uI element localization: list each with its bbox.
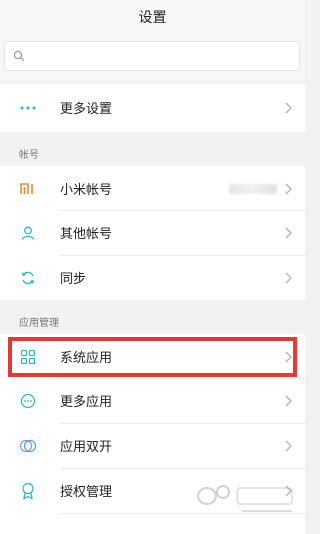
chevron-right-icon <box>285 440 292 451</box>
search-icon <box>13 50 25 62</box>
title-bar: 设置 <box>0 0 305 34</box>
row-label: 更多应用 <box>60 395 113 410</box>
mi-icon <box>18 179 38 199</box>
row-label: 小米帐号 <box>60 183 113 198</box>
row-more-apps[interactable]: 更多应用 <box>0 378 305 423</box>
chevron-right-icon <box>285 227 292 238</box>
authorization-icon <box>18 481 38 501</box>
watermark-logo <box>197 485 293 512</box>
row-mi-account[interactable]: 小米帐号 <box>0 166 305 211</box>
highlight-box <box>8 337 297 377</box>
row-sync[interactable]: 同步 <box>0 255 305 300</box>
dual-apps-icon <box>18 436 38 456</box>
row-label: 应用双开 <box>60 440 113 455</box>
row-other-accounts[interactable]: 其他帐号 <box>0 210 305 255</box>
section-header-apps: 应用管理 <box>0 304 305 336</box>
chevron-right-icon <box>285 102 292 113</box>
chevron-right-icon <box>285 272 292 283</box>
search-area <box>0 34 305 80</box>
row-label: 授权管理 <box>60 485 113 500</box>
row-label: 其他帐号 <box>60 227 113 242</box>
chevron-right-icon <box>285 183 292 194</box>
row-label: 更多设置 <box>60 102 113 117</box>
more-dots-icon <box>18 98 38 118</box>
general-group: 更多设置 <box>0 84 305 132</box>
account-id-blurred <box>229 183 277 194</box>
page-title: 设置 <box>138 10 167 26</box>
chevron-right-icon <box>285 395 292 406</box>
sync-icon <box>18 268 38 288</box>
row-more-settings[interactable]: 更多设置 <box>0 85 305 130</box>
row-label: 同步 <box>60 272 87 287</box>
row-dual-apps[interactable]: 应用双开 <box>0 423 305 468</box>
accounts-group: 小米帐号 其他帐号 同步 <box>0 166 305 300</box>
section-header-accounts: 帐号 <box>0 136 305 168</box>
person-icon <box>18 223 38 243</box>
search-input[interactable] <box>4 41 300 71</box>
more-apps-icon <box>18 391 38 411</box>
